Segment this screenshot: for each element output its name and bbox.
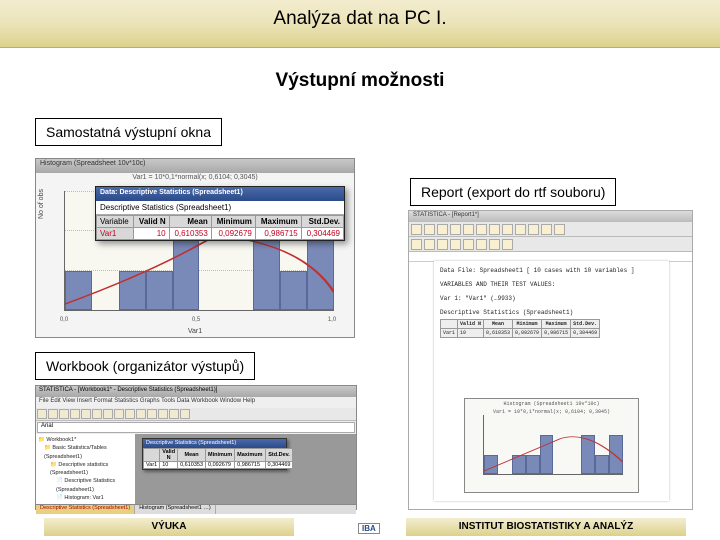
report-page: Data File: Spreadsheet1 [ 10 cases with …: [434, 261, 669, 501]
popup-title: Data: Descriptive Statistics (Spreadshee…: [96, 187, 344, 201]
histogram-caption: Var1 = 10*0,1*normal(x; 0,6104; 0,3045): [36, 174, 354, 181]
workbook-tabs: Descriptive Statistics (Spreadsheet1) Hi…: [36, 504, 356, 514]
workbook-tree: Workbook1* Basic Statistics/Tables (Spre…: [36, 434, 136, 504]
histogram-ylabel: No of obs: [38, 189, 45, 219]
figure-standalone-window: Histogram (Spreadsheet 10v*10c) Var1 = 1…: [35, 158, 355, 338]
footer-right: INSTITUT BIOSTATISTIKY A ANALÝZ: [406, 518, 686, 536]
histogram-xlabel: Var1: [36, 328, 354, 335]
footer: VÝUKA IBA INSTITUT BIOSTATISTIKY A ANALÝ…: [0, 518, 720, 540]
label-workbook: Workbook (organizátor výstupů): [35, 352, 255, 380]
descriptive-stats-popup: Data: Descriptive Statistics (Spreadshee…: [95, 186, 345, 241]
report-window-title: STATISTICA - [Report1*]: [409, 211, 692, 222]
workbook-formula-bar: Arial: [37, 422, 355, 433]
footer-logo: IBA: [358, 523, 380, 534]
label-standalone: Samostatná výstupní okna: [35, 118, 222, 146]
footer-left: VÝUKA: [44, 518, 294, 536]
slide-title: Analýza dat na PC I.: [0, 8, 720, 30]
stats-table: Variable Valid NMeanMinimumMaximumStd.De…: [96, 215, 344, 240]
histogram-window-title: Histogram (Spreadsheet 10v*10c): [36, 159, 354, 173]
workbook-toolbar: [36, 408, 356, 421]
figure-workbook-window: STATISTICA - [Workbook1* - Descriptive S…: [35, 385, 357, 510]
workbook-result-window: Descriptive Statistics (Spreadsheet1) Va…: [142, 438, 287, 470]
label-report: Report (export do rtf souboru): [410, 178, 616, 206]
report-toolbar: [409, 222, 692, 237]
report-toolbar-2: [409, 237, 692, 252]
popup-subtitle: Descriptive Statistics (Spreadsheet1): [96, 201, 344, 215]
workbook-window-title: STATISTICA - [Workbook1* - Descriptive S…: [36, 386, 356, 397]
figure-report-window: STATISTICA - [Report1*] Data File: Sprea…: [408, 210, 693, 510]
report-embedded-chart: Histogram (Spreadsheet1 10v*10c) Var1 = …: [464, 398, 639, 493]
workbook-menu: File Edit View Insert Format Statistics …: [36, 397, 356, 408]
slide-subtitle: Výstupní možnosti: [0, 70, 720, 92]
